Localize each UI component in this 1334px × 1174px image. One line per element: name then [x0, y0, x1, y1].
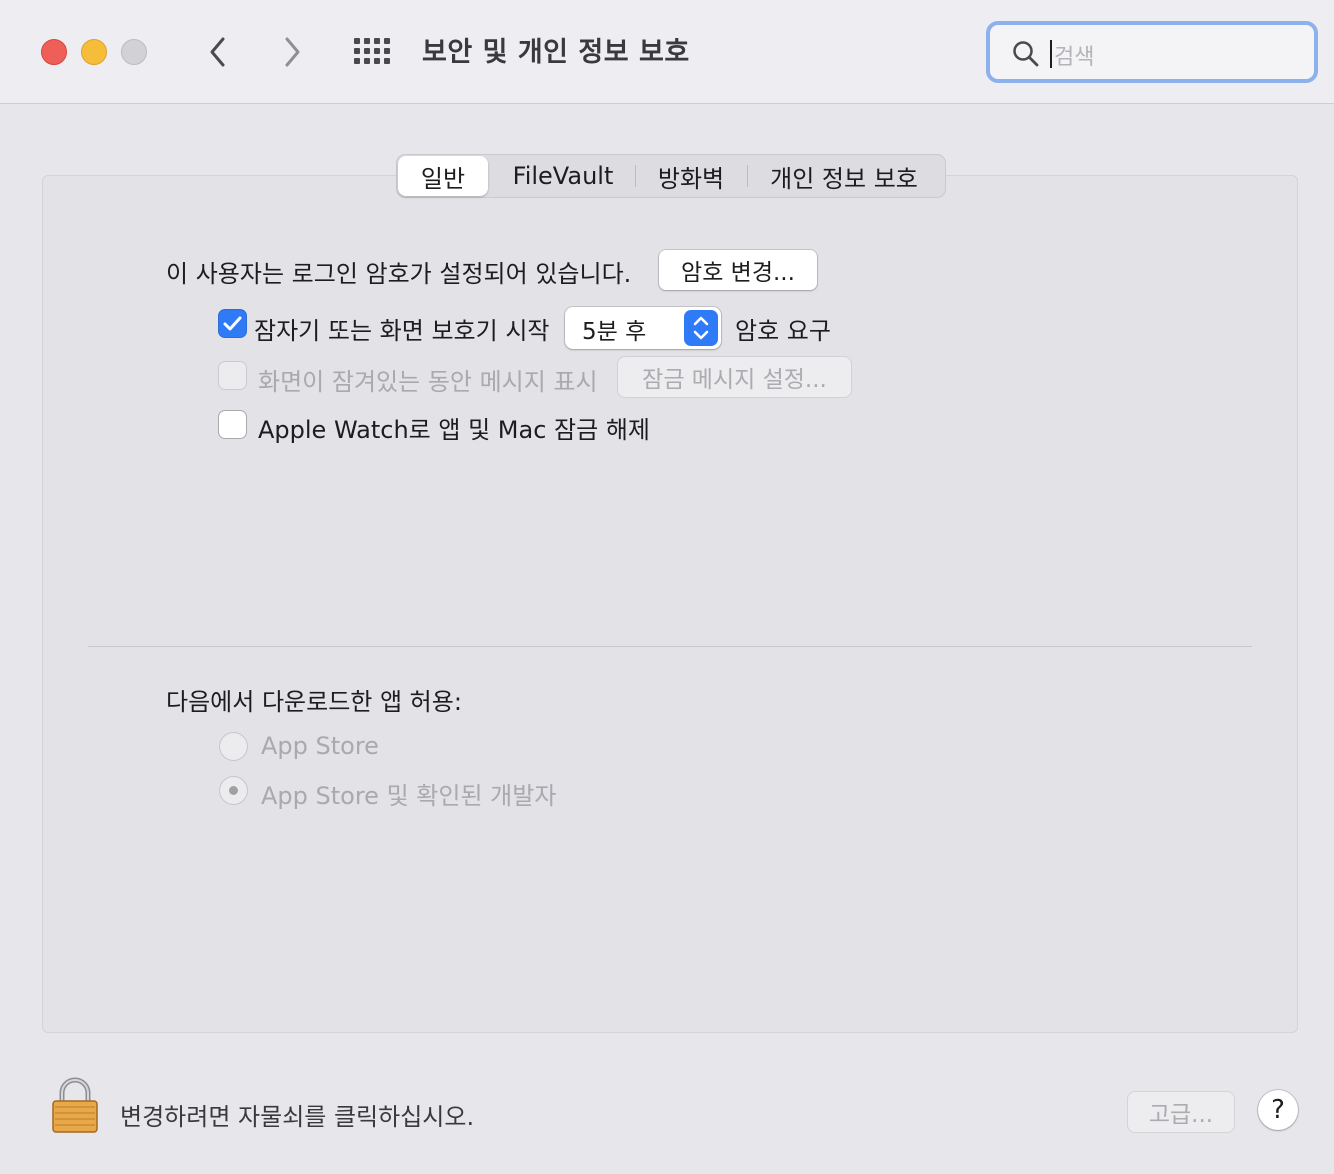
tab-firewall[interactable]: 방화벽 — [639, 155, 743, 197]
search-icon — [1013, 41, 1039, 67]
tab-separator — [747, 165, 748, 187]
tab-general[interactable]: 일반 — [398, 156, 488, 196]
text-caret — [1050, 40, 1052, 68]
chevron-left-icon — [210, 37, 225, 67]
lock-hint-text: 변경하려면 자물쇠를 클릭하십시오. — [120, 1103, 475, 1131]
updown-arrows-icon — [684, 310, 718, 346]
show-message-label: 화면이 잠겨있는 동안 메시지 표시 — [258, 368, 598, 396]
radio-app-store-identified-label: App Store 및 확인된 개발자 — [261, 782, 557, 810]
apple-watch-label: Apple Watch로 앱 및 Mac 잠금 해제 — [258, 416, 650, 444]
tab-bar: 일반 FileVault 방화벽 개인 정보 보호 — [396, 154, 946, 198]
chevron-right-icon — [285, 37, 300, 67]
lock-message-button[interactable]: 잠금 메시지 설정... — [618, 357, 851, 397]
radio-app-store[interactable] — [220, 733, 247, 760]
password-delay-select[interactable]: 5분 후 — [565, 307, 721, 349]
minimize-button[interactable] — [81, 39, 107, 65]
close-button[interactable] — [41, 39, 67, 65]
radio-app-store-identified[interactable] — [220, 777, 247, 804]
apple-watch-checkbox[interactable] — [219, 411, 246, 438]
window-title: 보안 및 개인 정보 보호 — [422, 37, 690, 68]
radio-app-store-label: App Store — [261, 732, 379, 760]
tab-privacy[interactable]: 개인 정보 보호 — [751, 155, 937, 197]
forward-button[interactable] — [272, 30, 312, 74]
radio-selected-dot — [229, 786, 238, 795]
content-panel — [42, 175, 1298, 1033]
password-delay-value: 5분 후 — [582, 319, 647, 345]
help-button[interactable]: ? — [1258, 1090, 1298, 1130]
checkmark-icon — [223, 316, 242, 331]
require-password-suffix: 암호 요구 — [735, 317, 831, 345]
show-message-checkbox[interactable] — [219, 362, 246, 389]
downloads-heading: 다음에서 다운로드한 앱 허용: — [166, 688, 462, 716]
title-bar: 보안 및 개인 정보 보호 검색 — [0, 0, 1334, 104]
password-status-text: 이 사용자는 로그인 암호가 설정되어 있습니다. — [166, 260, 632, 288]
show-all-grid-icon[interactable] — [354, 38, 392, 66]
preferences-window: 보안 및 개인 정보 보호 검색 일반 FileVault 방화벽 개인 정보 … — [0, 0, 1334, 1174]
tab-separator — [635, 165, 636, 187]
tab-filevault[interactable]: FileVault — [495, 155, 631, 197]
zoom-button[interactable] — [121, 39, 147, 65]
require-password-checkbox[interactable] — [219, 310, 246, 337]
search-placeholder: 검색 — [1054, 45, 1095, 70]
search-field[interactable]: 검색 — [986, 21, 1318, 83]
section-divider — [88, 646, 1252, 647]
lock-icon[interactable] — [50, 1076, 100, 1138]
require-password-label: 잠자기 또는 화면 보호기 시작 — [254, 317, 550, 345]
change-password-button[interactable]: 암호 변경... — [659, 250, 817, 290]
advanced-button[interactable]: 고급... — [1128, 1092, 1234, 1132]
back-button[interactable] — [198, 30, 238, 74]
